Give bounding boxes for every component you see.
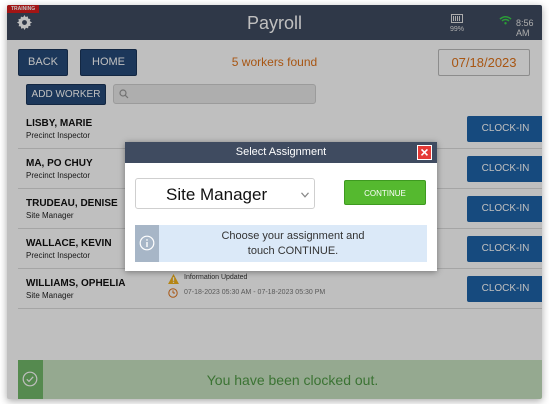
info-text-line1: Choose your assignment and [221, 230, 365, 242]
assignment-value: Site Manager [166, 185, 268, 204]
date-field[interactable]: 07/18/2023 [438, 49, 530, 76]
clock-in-button[interactable]: CLOCK-IN [467, 156, 542, 182]
worker-name: WILLIAMS, OPHELIA [26, 278, 126, 289]
clock-in-button[interactable]: CLOCK-IN [467, 196, 542, 222]
dialog-header: Select Assignment × [125, 142, 437, 163]
warning-icon [168, 274, 179, 284]
top-bar: TRAINING Payroll 99% 8:56 AM [7, 5, 542, 40]
worker-name: WALLACE, KEVIN [26, 238, 112, 249]
clock-in-button[interactable]: CLOCK-IN [467, 116, 542, 142]
worker-name: TRUDEAU, DENISE [26, 198, 118, 209]
assignment-select[interactable]: Site Manager [135, 178, 315, 209]
add-worker-button[interactable]: ADD WORKER [26, 84, 106, 105]
close-icon[interactable]: × [417, 145, 432, 160]
select-assignment-dialog: Select Assignment × Site Manager CONTINU… [125, 142, 437, 271]
clock-in-button[interactable]: CLOCK-IN [467, 236, 542, 262]
chevron-down-icon [301, 192, 309, 198]
worker-role: Precinct Inspector [26, 171, 91, 180]
worker-role: Site Manager [26, 211, 74, 220]
worker-row[interactable]: WILLIAMS, OPHELIA Site Manager Informati… [18, 269, 542, 309]
device-screen: TRAINING Payroll 99% 8:56 AM BACK HOME 5… [7, 5, 542, 399]
training-badge: TRAINING [7, 5, 40, 13]
info-message: Choose your assignment and touch CONTINU… [135, 225, 427, 262]
clocked-out-toast: You have been clocked out. [18, 360, 542, 399]
clock-in-button[interactable]: CLOCK-IN [467, 276, 542, 302]
continue-button[interactable]: CONTINUE [344, 180, 426, 205]
worker-role: Site Manager [26, 291, 74, 300]
worker-role: Precinct Inspector [26, 251, 91, 260]
check-circle-icon [22, 371, 38, 387]
search-input[interactable] [113, 84, 316, 104]
clock-icon [168, 288, 178, 298]
battery-percent: 99% [450, 26, 465, 33]
battery-icon [451, 14, 463, 23]
info-icon [139, 235, 155, 251]
worker-name: MA, PO CHUY [26, 158, 93, 169]
dialog-title: Select Assignment [235, 146, 327, 158]
info-text-line2: touch CONTINUE. [247, 245, 339, 257]
time-range: 07-18-2023 05:30 AM - 07-18-2023 05:30 P… [184, 289, 326, 296]
wifi-icon [499, 16, 512, 25]
search-icon [119, 89, 129, 99]
status-time: 8:56 AM [516, 18, 534, 38]
worker-name: LISBY, MARIE [26, 118, 93, 129]
worker-role: Precinct Inspector [26, 131, 91, 140]
status-text: Information Updated [184, 274, 248, 281]
toast-message: You have been clocked out. [206, 372, 379, 388]
